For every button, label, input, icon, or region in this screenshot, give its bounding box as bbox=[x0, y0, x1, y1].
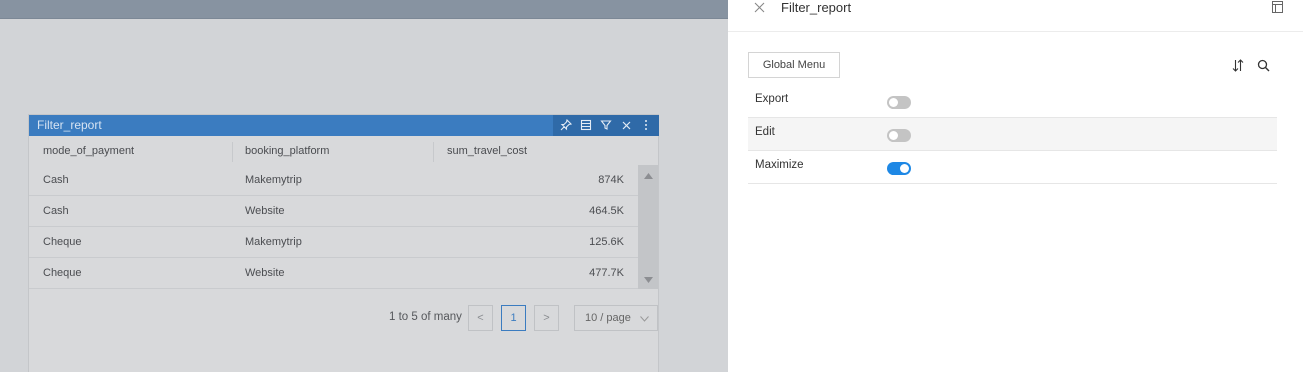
option-row-maximize: Maximize bbox=[748, 151, 1277, 184]
chevron-down-icon bbox=[640, 316, 649, 322]
pin-icon[interactable] bbox=[559, 118, 573, 132]
table-icon[interactable] bbox=[579, 118, 593, 132]
scroll-up-icon[interactable] bbox=[644, 173, 653, 179]
cell-booking-platform: Website bbox=[245, 205, 285, 217]
cell-mode-of-payment: Cash bbox=[43, 205, 69, 217]
edit-toggle[interactable] bbox=[887, 129, 911, 142]
cell-booking-platform: Makemytrip bbox=[245, 236, 302, 248]
cell-sum-travel-cost: 464.5K bbox=[589, 205, 624, 217]
close-icon[interactable] bbox=[619, 118, 633, 132]
column-header-mode-of-payment[interactable]: mode_of_payment bbox=[43, 138, 134, 165]
export-toggle[interactable] bbox=[887, 96, 911, 109]
column-divider[interactable] bbox=[232, 142, 233, 162]
page-number-button[interactable]: 1 bbox=[501, 305, 526, 331]
widget-title: Filter_report bbox=[37, 118, 102, 132]
settings-panel: Filter_report Global Menu Export Edit Ma… bbox=[728, 0, 1303, 372]
page-size-value: 10 / page bbox=[585, 312, 631, 324]
table-row[interactable]: Cash Website 464.5K bbox=[29, 196, 638, 227]
cell-mode-of-payment: Cash bbox=[43, 174, 69, 186]
vertical-scrollbar[interactable] bbox=[638, 165, 658, 289]
cell-mode-of-payment: Cheque bbox=[43, 236, 82, 248]
close-icon[interactable] bbox=[754, 2, 765, 13]
panel-divider bbox=[728, 31, 1303, 32]
column-header-booking-platform[interactable]: booking_platform bbox=[245, 138, 329, 165]
table-row[interactable]: Cheque Website 477.7K bbox=[29, 258, 638, 289]
background-overlay: Filter_report mode_of_payment booking_pl… bbox=[0, 0, 728, 372]
next-page-button[interactable]: > bbox=[534, 305, 559, 331]
cell-booking-platform: Makemytrip bbox=[245, 174, 302, 186]
pagination-summary: 1 to 5 of many bbox=[389, 311, 462, 323]
table-row[interactable]: Cheque Makemytrip 125.6K bbox=[29, 227, 638, 258]
global-menu-button[interactable]: Global Menu bbox=[748, 52, 840, 78]
more-vertical-icon[interactable] bbox=[639, 118, 653, 132]
filter-icon[interactable] bbox=[599, 118, 613, 132]
report-widget: Filter_report mode_of_payment booking_pl… bbox=[28, 114, 659, 372]
cell-sum-travel-cost: 125.6K bbox=[589, 236, 624, 248]
maximize-toggle[interactable] bbox=[887, 162, 911, 175]
cell-mode-of-payment: Cheque bbox=[43, 267, 82, 279]
chevron-right-icon: > bbox=[543, 312, 550, 324]
table-row[interactable]: Cash Makemytrip 874K bbox=[29, 165, 638, 196]
option-label: Maximize bbox=[755, 159, 804, 171]
page-size-select[interactable]: 10 / page bbox=[574, 305, 658, 331]
cell-sum-travel-cost: 874K bbox=[598, 174, 624, 186]
widget-header: Filter_report bbox=[29, 115, 659, 136]
panel-title: Filter_report bbox=[781, 0, 852, 15]
widget-toolbar bbox=[553, 115, 659, 136]
column-header-sum-travel-cost[interactable]: sum_travel_cost bbox=[447, 138, 527, 165]
expand-icon[interactable] bbox=[1272, 1, 1283, 13]
option-row-export: Export bbox=[748, 85, 1277, 118]
cell-booking-platform: Website bbox=[245, 267, 285, 279]
option-label: Edit bbox=[755, 126, 775, 138]
option-row-edit: Edit bbox=[748, 118, 1277, 151]
sort-icon[interactable] bbox=[1232, 59, 1244, 72]
scroll-down-icon[interactable] bbox=[644, 277, 653, 283]
chevron-left-icon: < bbox=[477, 312, 484, 324]
option-label: Export bbox=[755, 93, 789, 105]
cell-sum-travel-cost: 477.7K bbox=[589, 267, 624, 279]
prev-page-button[interactable]: < bbox=[468, 305, 493, 331]
search-icon[interactable] bbox=[1257, 59, 1270, 72]
column-divider[interactable] bbox=[433, 142, 434, 162]
top-header-bar bbox=[0, 0, 728, 19]
